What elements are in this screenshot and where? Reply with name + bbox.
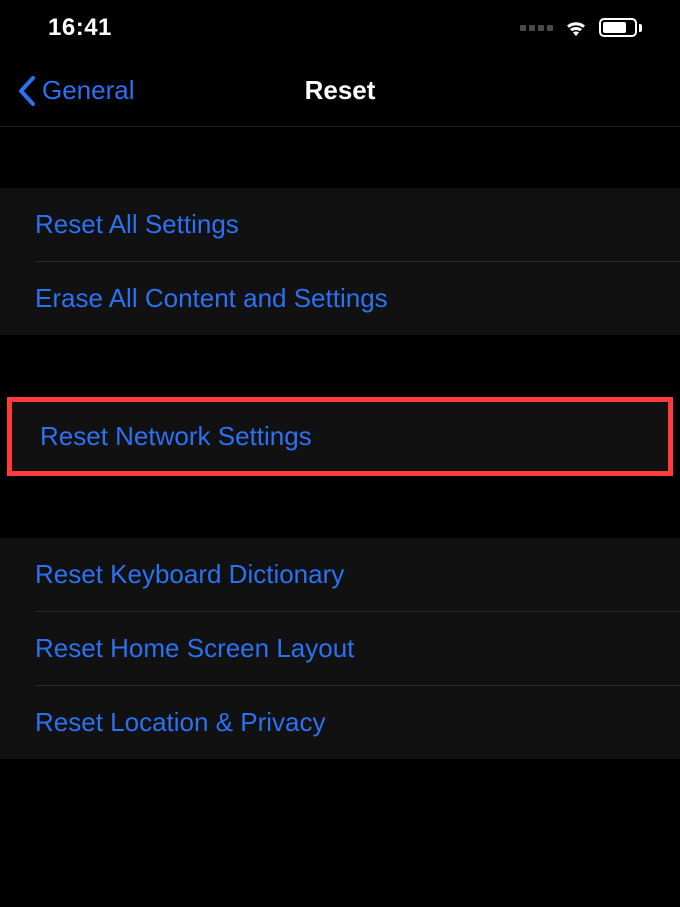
- reset-section-3: Reset Keyboard Dictionary Reset Home Scr…: [0, 538, 680, 759]
- erase-all-content[interactable]: Erase All Content and Settings: [0, 262, 680, 335]
- highlight-annotation: Reset Network Settings: [7, 397, 673, 476]
- reset-location-privacy[interactable]: Reset Location & Privacy: [0, 686, 680, 759]
- back-button[interactable]: General: [18, 75, 135, 106]
- reset-network-settings[interactable]: Reset Network Settings: [12, 402, 668, 471]
- section-spacer: [0, 476, 680, 538]
- reset-section-2: Reset Network Settings: [12, 402, 668, 471]
- section-spacer: [0, 127, 680, 188]
- reset-home-screen-layout[interactable]: Reset Home Screen Layout: [0, 612, 680, 685]
- wifi-icon: [563, 18, 589, 38]
- reset-section-1: Reset All Settings Erase All Content and…: [0, 188, 680, 335]
- back-label: General: [42, 75, 135, 106]
- cellular-icon: [520, 25, 553, 31]
- reset-keyboard-dictionary[interactable]: Reset Keyboard Dictionary: [0, 538, 680, 611]
- status-bar: 16:41: [0, 0, 680, 55]
- battery-icon: [599, 18, 642, 37]
- page-title: Reset: [305, 75, 376, 106]
- chevron-left-icon: [18, 76, 36, 106]
- status-time: 16:41: [48, 14, 112, 42]
- status-icons: [520, 18, 642, 38]
- section-spacer: [0, 335, 680, 397]
- reset-all-settings[interactable]: Reset All Settings: [0, 188, 680, 261]
- navigation-bar: General Reset: [0, 55, 680, 127]
